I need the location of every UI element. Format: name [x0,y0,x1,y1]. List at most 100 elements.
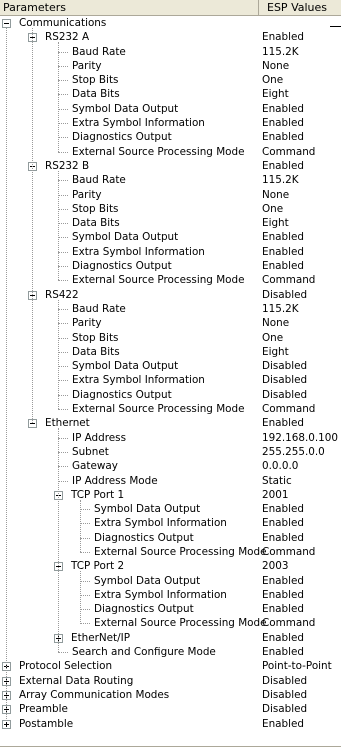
tree-row[interactable]: Data Bits Eight [0,87,341,101]
parameter-value[interactable]: Disabled [262,288,307,302]
tree-row[interactable]: External Source Processing Mode Command [0,145,341,159]
parameter-value[interactable]: Enabled [262,116,304,130]
tree-row[interactable]: Diagnostics Output Enabled [0,259,341,273]
parameter-value[interactable]: Enabled [262,516,304,530]
tree-row[interactable]: Symbol Data Output Enabled [0,502,341,516]
tree-row[interactable]: Parity None [0,188,341,202]
tree-row[interactable]: Baud Rate 115.2K [0,173,341,187]
parameter-value[interactable]: 2003 [262,559,288,573]
tree-row[interactable]: TCP Port 2 2003 [0,559,341,573]
parameter-value[interactable]: Enabled [262,602,304,616]
parameter-value[interactable]: One [262,202,283,216]
tree-row[interactable]: Baud Rate 115.2K [0,302,341,316]
collapse-icon[interactable] [2,19,11,28]
parameter-value[interactable]: Enabled [262,631,304,645]
parameter-value[interactable]: Disabled [262,388,307,402]
tree-row[interactable]: RS232 B Enabled [0,159,341,173]
parameter-value[interactable]: 115.2K [262,302,299,316]
parameter-value[interactable]: Enabled [262,588,304,602]
tree-row[interactable]: Extra Symbol Information Enabled [0,516,341,530]
parameter-value[interactable]: Static [262,474,292,488]
parameter-value[interactable]: Command [262,145,315,159]
parameter-value[interactable]: Point-to-Point [262,659,332,673]
parameter-value[interactable]: Command [262,402,315,416]
parameter-value[interactable]: Disabled [262,702,307,716]
tree-row[interactable]: Stop Bits One [0,202,341,216]
tree-row[interactable]: External Source Processing Mode Command [0,402,341,416]
parameter-value[interactable]: 115.2K [262,173,299,187]
parameter-value[interactable]: 192.168.0.100 [262,431,338,445]
parameter-value[interactable]: Eight [262,216,289,230]
parameter-value[interactable]: Eight [262,345,289,359]
tree-row[interactable]: Ethernet Enabled [0,416,341,430]
parameter-value[interactable]: Disabled [262,688,307,702]
parameter-value[interactable]: 0.0.0.0 [262,459,298,473]
parameter-value[interactable]: Enabled [262,102,304,116]
tree-row[interactable]: Gateway 0.0.0.0 [0,459,341,473]
parameter-value[interactable]: Command [262,616,315,630]
tree-row[interactable]: Diagnostics Output Disabled [0,388,341,402]
tree-row[interactable]: Symbol Data Output Enabled [0,102,341,116]
tree-row[interactable]: RS232 A Enabled [0,30,341,44]
tree-row[interactable]: Communications [0,16,341,30]
tree-row[interactable]: Data Bits Eight [0,216,341,230]
parameter-value[interactable]: None [262,59,289,73]
tree-row[interactable]: Search and Configure Mode Enabled [0,645,341,659]
parameter-value[interactable]: Enabled [262,574,304,588]
tree-row[interactable]: Extra Symbol Information Disabled [0,373,341,387]
parameter-value[interactable]: 2001 [262,488,288,502]
tree-row[interactable]: TCP Port 1 2001 [0,488,341,502]
tree-row[interactable]: Data Bits Eight [0,345,341,359]
tree-row[interactable]: Stop Bits One [0,73,341,87]
parameter-value[interactable]: Enabled [262,230,304,244]
tree-row[interactable]: Symbol Data Output Disabled [0,359,341,373]
tree-row[interactable]: Parity None [0,316,341,330]
tree-row[interactable]: External Source Processing Mode Command [0,545,341,559]
tree-row[interactable]: Postamble Enabled [0,717,341,731]
parameter-value[interactable]: Eight [262,87,289,101]
tree-row[interactable]: Diagnostics Output Enabled [0,130,341,144]
esp-values-column-header[interactable]: ESP Values [259,0,341,15]
parameters-column-header[interactable]: Parameters [0,0,259,15]
tree-row[interactable]: Extra Symbol Information Enabled [0,588,341,602]
tree-row[interactable]: Symbol Data Output Enabled [0,574,341,588]
tree-row[interactable]: RS422 Disabled [0,288,341,302]
tree-row[interactable]: Baud Rate 115.2K [0,45,341,59]
tree-row[interactable]: Parity None [0,59,341,73]
parameter-value[interactable]: One [262,331,283,345]
expand-icon[interactable] [2,719,11,729]
parameter-value[interactable]: None [262,316,289,330]
tree-row[interactable]: Protocol Selection Point-to-Point [0,659,341,673]
parameter-value[interactable]: 255.255.0.0 [262,445,325,459]
parameter-value[interactable]: Disabled [262,674,307,688]
tree-row[interactable]: Array Communication Modes Disabled [0,688,341,702]
parameter-value[interactable]: One [262,73,283,87]
tree-row[interactable]: Extra Symbol Information Enabled [0,245,341,259]
parameter-value[interactable]: 115.2K [262,45,299,59]
tree-row[interactable]: External Source Processing Mode Command [0,616,341,630]
parameter-value[interactable]: Enabled [262,416,304,430]
tree-row[interactable]: Preamble Disabled [0,702,341,716]
parameter-value[interactable]: Enabled [262,645,304,659]
tree-row[interactable]: EtherNet/IP Enabled [0,631,341,645]
tree-row[interactable]: Stop Bits One [0,331,341,345]
tree-row[interactable]: External Data Routing Disabled [0,674,341,688]
parameter-value[interactable]: Enabled [262,30,304,44]
tree-row[interactable]: Diagnostics Output Enabled [0,602,341,616]
parameter-value[interactable]: Command [262,545,315,559]
parameter-value[interactable]: Enabled [262,717,304,731]
parameter-value[interactable]: Enabled [262,159,304,173]
parameter-value[interactable]: Enabled [262,130,304,144]
parameter-value[interactable]: Enabled [262,502,304,516]
parameter-value[interactable]: Enabled [262,259,304,273]
tree-row[interactable]: Symbol Data Output Enabled [0,230,341,244]
parameter-value[interactable]: Command [262,273,315,287]
tree-row[interactable]: IP Address Mode Static [0,474,341,488]
parameter-value[interactable]: None [262,188,289,202]
parameter-value[interactable]: Disabled [262,359,307,373]
tree-row[interactable]: IP Address 192.168.0.100 [0,431,341,445]
parameter-value[interactable]: Enabled [262,531,304,545]
tree-row[interactable]: Diagnostics Output Enabled [0,531,341,545]
tree-row[interactable]: Subnet 255.255.0.0 [0,445,341,459]
tree-row[interactable]: External Source Processing Mode Command [0,273,341,287]
